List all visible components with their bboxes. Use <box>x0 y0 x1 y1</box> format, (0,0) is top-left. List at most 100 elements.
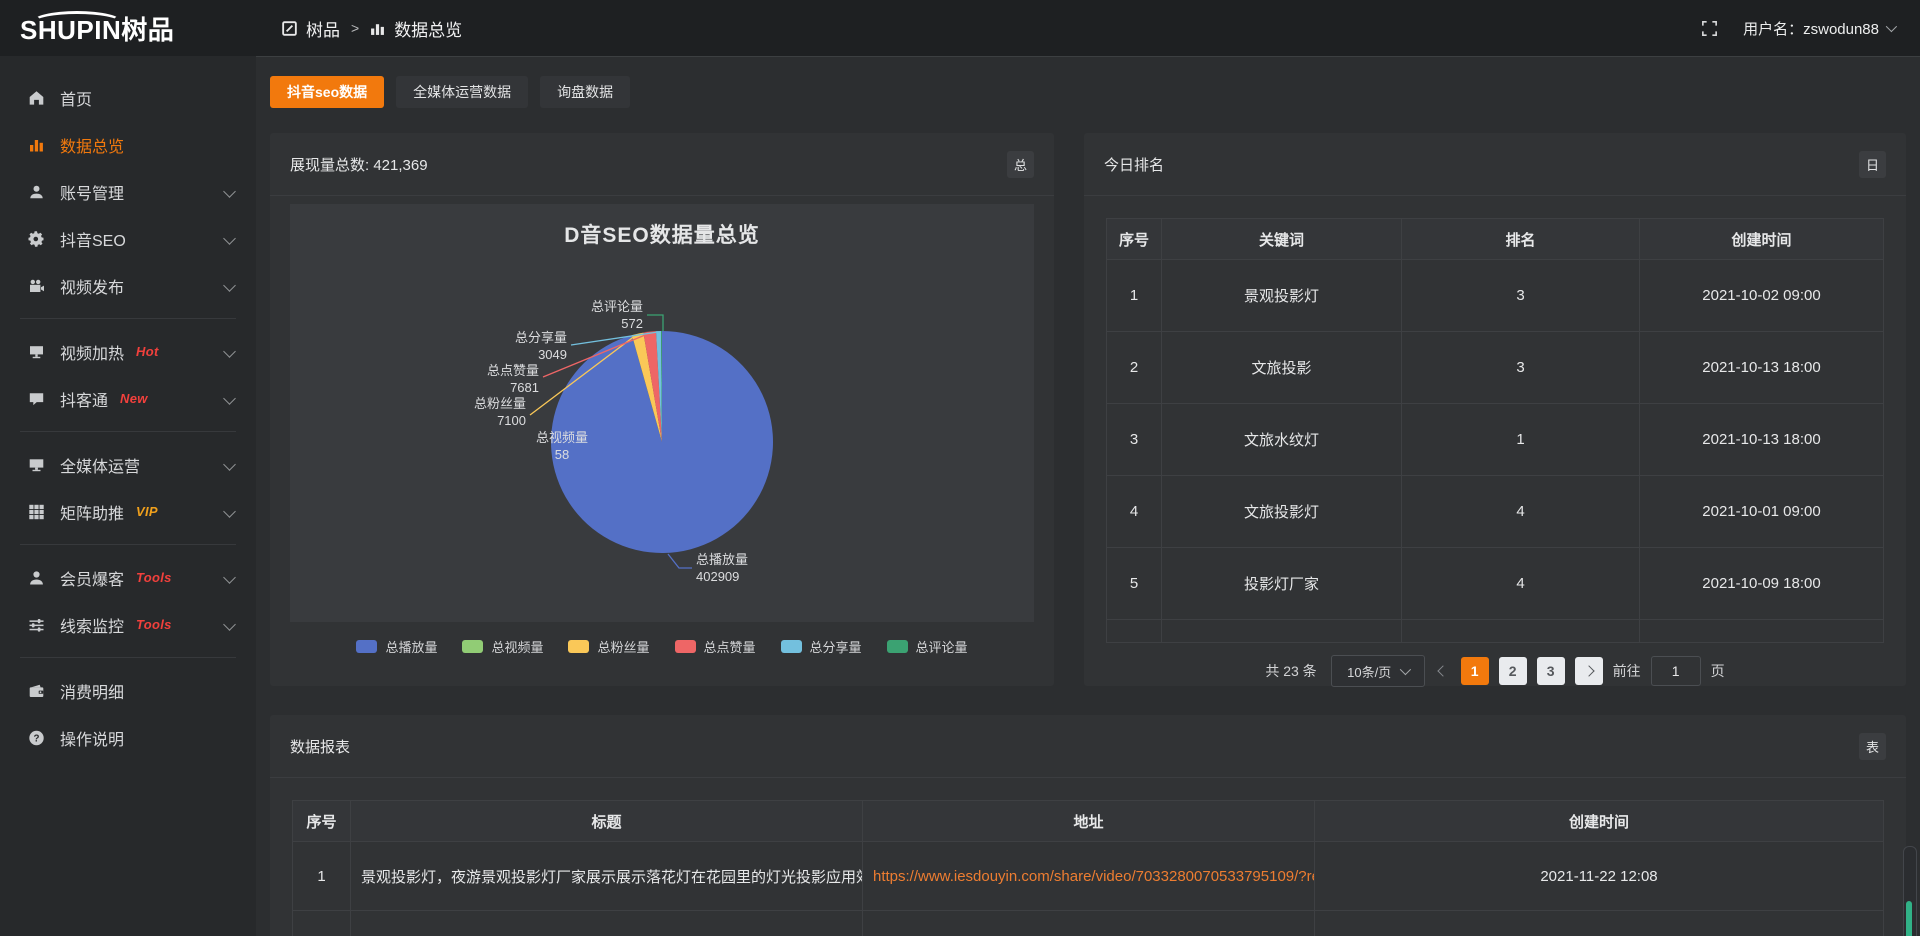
table-cell: 景观投影灯 <box>1162 260 1402 332</box>
pie-label-name-2: 总粉丝量 <box>474 396 526 411</box>
sidebar-item-badge: New <box>120 391 148 406</box>
sidebar-item-chat[interactable]: 抖客通New <box>0 375 256 422</box>
table-row-stub <box>1107 620 1884 643</box>
tab-2[interactable]: 询盘数据 <box>540 76 630 108</box>
report-body: 序号标题地址创建时间1景观投影灯，夜游景观投影灯厂家展示展示落花灯在花园里的灯光… <box>270 778 1906 936</box>
pie-label-name-1: 总视频量 <box>536 430 588 445</box>
legend-item-4[interactable]: 总分享量 <box>781 637 862 656</box>
ranking-panel-head: 今日排名 日 <box>1084 133 1906 196</box>
page-size-select[interactable]: 10条/页 <box>1331 655 1425 687</box>
sidebar-item-label: 会员爆客 <box>60 566 124 590</box>
ranking-title: 今日排名 <box>1104 154 1164 175</box>
table-cell: 3 <box>1402 260 1640 332</box>
prev-page-button[interactable] <box>1435 667 1451 675</box>
pie-label-value-0: 402909 <box>696 569 739 584</box>
sidebar-item-chart-bars[interactable]: 数据总览 <box>0 121 256 168</box>
monitor-icon <box>27 457 45 473</box>
column-header: 排名 <box>1402 219 1640 260</box>
sidebar-item-screen[interactable]: 视频加热 Hot <box>0 328 256 375</box>
legend-item-1[interactable]: 总视频量 <box>462 637 543 656</box>
chevron-right-icon <box>1583 665 1594 676</box>
logo-arc <box>32 11 122 33</box>
video-link[interactable]: https://www.iesdouyin.com/share/video/70… <box>873 868 1315 885</box>
table-cell: 2021-10-01 09:00 <box>1640 476 1884 548</box>
legend-item-2[interactable]: 总粉丝量 <box>568 637 649 656</box>
sidebar-item-grid[interactable]: 矩阵助推VIP <box>0 488 256 535</box>
table-cell <box>1107 620 1162 643</box>
legend-label: 总粉丝量 <box>597 637 649 656</box>
chevron-down-icon <box>223 618 236 631</box>
table-cell: 2021-10-02 09:00 <box>1640 260 1884 332</box>
table-cell <box>351 911 863 936</box>
next-page-button[interactable] <box>1575 657 1603 685</box>
table-cell <box>1315 911 1884 936</box>
sidebar-item-label: 账号管理 <box>60 180 124 204</box>
sidebar-item-label: 视频加热 <box>60 340 124 364</box>
sidebar-item-video-camera[interactable]: 视频发布 <box>0 262 256 309</box>
legend-label: 总视频量 <box>491 637 543 656</box>
user-icon <box>27 184 45 200</box>
ranking-panel: 今日排名 日 序号关键词排名创建时间1景观投影灯32021-10-02 09:0… <box>1084 133 1906 686</box>
table-cell: 2021-11-22 12:08 <box>1315 842 1884 911</box>
sidebar-item-monitor[interactable]: 全媒体运营 <box>0 441 256 488</box>
sidebar-item-question[interactable]: ?操作说明 <box>0 714 256 761</box>
table-cell <box>863 911 1315 936</box>
page-button-2[interactable]: 2 <box>1499 657 1527 685</box>
table-cell: 4 <box>1402 548 1640 620</box>
pie-label-value-2: 7100 <box>497 413 526 428</box>
page-button-3[interactable]: 3 <box>1537 657 1565 685</box>
table-cell: 2021-10-13 18:00 <box>1640 332 1884 404</box>
sliders-icon <box>27 617 45 633</box>
table-cell <box>1402 620 1640 643</box>
breadcrumb-root[interactable]: 树品 <box>306 16 340 41</box>
breadcrumb-separator: > <box>351 20 359 36</box>
column-header: 序号 <box>293 801 351 842</box>
legend-item-3[interactable]: 总点赞量 <box>675 637 756 656</box>
legend-chip <box>356 640 377 653</box>
table-cell: 1 <box>1107 260 1162 332</box>
table-cell: 2 <box>1107 332 1162 404</box>
table-cell: 4 <box>1402 476 1640 548</box>
report-url-cell: https://www.iesdouyin.com/share/video/70… <box>863 842 1315 911</box>
sidebar-item-wallet[interactable]: 消费明细 <box>0 667 256 714</box>
table-cell: 1 <box>1402 404 1640 476</box>
tab-0[interactable]: 抖音seo数据 <box>270 76 384 108</box>
ranking-mode-button[interactable]: 日 <box>1859 151 1886 178</box>
table-row: 1景观投影灯，夜游景观投影灯厂家展示展示落花灯在花园里的灯光投影应用效果 #ht… <box>293 842 1884 911</box>
report-panel: 数据报表 表 序号标题地址创建时间1景观投影灯，夜游景观投影灯厂家展示展示落花灯… <box>270 715 1906 936</box>
page-button-1[interactable]: 1 <box>1461 657 1489 685</box>
scrollbar[interactable] <box>1903 846 1917 936</box>
overview-mode-button[interactable]: 总 <box>1007 151 1034 178</box>
sidebar-item-home[interactable]: 首页 <box>0 74 256 121</box>
tab-bar: 抖音seo数据全媒体运营数据询盘数据 <box>270 76 1906 108</box>
gear-icon <box>27 231 45 247</box>
legend-item-5[interactable]: 总评论量 <box>887 637 968 656</box>
user-menu[interactable]: 用户名：zswodun88 <box>1743 18 1894 39</box>
table-cell: 4 <box>1107 476 1162 548</box>
report-mode-button[interactable]: 表 <box>1859 733 1886 760</box>
sidebar-item-gear[interactable]: 抖音SEO <box>0 215 256 262</box>
home-icon <box>27 90 45 106</box>
overview-total-label: 展现量总数: 421,369 <box>290 154 428 175</box>
scrollbar-thumb[interactable] <box>1906 901 1912 936</box>
topbar: SHUPIN树品 树品 > 数据总览 用户名：zswodun88 <box>0 0 1920 56</box>
table-row: 4文旅投影灯42021-10-01 09:00 <box>1107 476 1884 548</box>
chevron-down-icon <box>223 392 236 405</box>
legend-label: 总播放量 <box>385 637 437 656</box>
svg-text:?: ? <box>33 733 39 744</box>
sidebar-item-user[interactable]: 账号管理 <box>0 168 256 215</box>
table-cell: 文旅水纹灯 <box>1162 404 1402 476</box>
goto-suffix: 页 <box>1711 661 1725 681</box>
tab-1[interactable]: 全媒体运营数据 <box>396 76 528 108</box>
pie-label-value-4: 3049 <box>538 347 567 362</box>
chevron-down-icon <box>223 571 236 584</box>
goto-page-input[interactable] <box>1651 656 1701 686</box>
table-cell: 5 <box>1107 548 1162 620</box>
table-cell: 文旅投影 <box>1162 332 1402 404</box>
legend-item-0[interactable]: 总播放量 <box>356 637 437 656</box>
chevron-down-icon <box>223 505 236 518</box>
fullscreen-icon[interactable] <box>1700 19 1719 38</box>
sidebar-item-badge: Hot <box>136 344 159 359</box>
sidebar-item-member[interactable]: 会员爆客Tools <box>0 554 256 601</box>
sidebar-item-sliders[interactable]: 线索监控Tools <box>0 601 256 648</box>
